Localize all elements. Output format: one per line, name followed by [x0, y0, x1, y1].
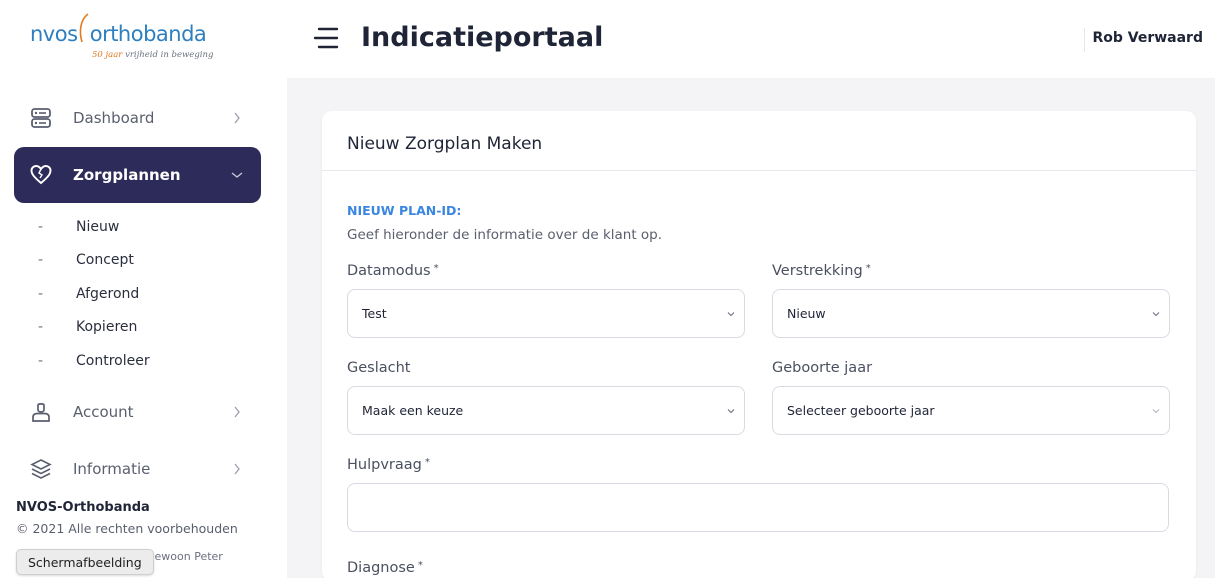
- required-mark: *: [433, 263, 439, 274]
- submenu-dash: -: [38, 353, 44, 369]
- footer-copyright: © 2021 Alle rechten voorbehouden: [16, 521, 238, 536]
- logo-tagline: 50 jaar vrijheid in beweging: [92, 50, 213, 60]
- sidebar-item-label: Account: [73, 403, 134, 421]
- chevron-down-icon: [727, 312, 735, 317]
- chevron-right-icon: [231, 112, 243, 124]
- geboortejaar-label-text: Geboorte jaar: [772, 360, 873, 376]
- hulpvraag-label-text: Hulpvraag: [347, 457, 422, 473]
- chevron-down-icon: [1152, 312, 1160, 317]
- required-mark: *: [424, 457, 430, 468]
- datamodus-value: Test: [362, 306, 387, 321]
- header-divider: [1084, 28, 1085, 52]
- hulpvraag-label: Hulpvraag *: [347, 457, 430, 473]
- card-title: Nieuw Zorgplan Maken: [347, 134, 543, 154]
- sidebar-item-label: Zorgplannen: [73, 166, 181, 184]
- logo-text: nvos orthobanda: [30, 22, 207, 46]
- submenu-dash: -: [38, 286, 44, 302]
- submenu-item-kopieren[interactable]: - Kopieren: [38, 317, 137, 337]
- chevron-right-icon: [231, 463, 243, 475]
- sidebar-item-zorgplannen[interactable]: Zorgplannen: [14, 147, 261, 203]
- submenu-item-concept[interactable]: - Concept: [38, 250, 134, 270]
- logo-nvos-text: nvos: [30, 22, 78, 46]
- geboortejaar-select[interactable]: Selecteer geboorte jaar: [772, 386, 1170, 435]
- dashboard-icon: [26, 103, 56, 133]
- submenu-item-afgerond[interactable]: - Afgerond: [38, 284, 139, 304]
- submenu-label: Kopieren: [76, 319, 138, 335]
- screenshot-tooltip: Schermafbeelding: [16, 549, 154, 575]
- diagnose-label-text: Diagnose: [347, 560, 415, 576]
- chevron-right-icon: [231, 406, 243, 418]
- plan-id-label: NIEUW PLAN-ID:: [347, 203, 462, 218]
- submenu-dash: -: [38, 319, 44, 335]
- sidebar-item-informatie[interactable]: Informatie: [14, 441, 261, 497]
- geboortejaar-label: Geboorte jaar: [772, 360, 872, 376]
- footer-credit[interactable]: Gewoon Peter: [146, 550, 223, 563]
- plan-help-text: Geef hieronder de informatie over de kla…: [347, 227, 663, 243]
- logo-tagline-rest: vrijheid in beweging: [125, 50, 214, 60]
- sidebar-item-label: Dashboard: [73, 109, 155, 127]
- geslacht-select[interactable]: Maak een keuze: [347, 386, 745, 435]
- required-mark: *: [417, 560, 423, 571]
- page-title: Indicatieportaal: [361, 22, 604, 53]
- diagnose-label: Diagnose *: [347, 560, 423, 576]
- geslacht-label: Geslacht: [347, 360, 410, 376]
- chevron-down-icon: [727, 409, 735, 414]
- sidebar-item-label: Informatie: [73, 460, 151, 478]
- layers-icon: [26, 454, 56, 484]
- geslacht-value: Maak een keuze: [362, 403, 464, 418]
- submenu-dash: -: [38, 219, 44, 235]
- sidebar-item-account[interactable]: Account: [14, 384, 261, 440]
- chevron-down-icon: [231, 169, 243, 181]
- submenu-label: Controleer: [76, 353, 150, 369]
- submenu-label: Concept: [76, 252, 134, 268]
- submenu-label: Nieuw: [76, 219, 120, 235]
- datamodus-label-text: Datamodus: [347, 263, 431, 279]
- datamodus-select[interactable]: Test: [347, 289, 745, 338]
- verstrekking-value: Nieuw: [787, 306, 826, 321]
- logo[interactable]: nvos orthobanda 50 jaar vrijheid in bewe…: [0, 0, 287, 78]
- menu-icon[interactable]: [313, 26, 339, 50]
- hulpvraag-input[interactable]: [347, 483, 1169, 532]
- verstrekking-label: Verstrekking *: [772, 263, 871, 279]
- submenu-item-controleer[interactable]: - Controleer: [38, 351, 150, 371]
- submenu-label: Afgerond: [76, 286, 140, 302]
- top-header: Indicatieportaal Rob Verwaard: [287, 0, 1215, 78]
- new-plan-card: Nieuw Zorgplan Maken NIEUW PLAN-ID: Geef…: [322, 111, 1196, 578]
- logo-orthobanda-text: orthobanda: [89, 22, 207, 46]
- heart-icon: [26, 160, 56, 190]
- user-icon: [26, 397, 56, 427]
- geslacht-label-text: Geslacht: [347, 360, 411, 376]
- sidebar: nvos orthobanda 50 jaar vrijheid in bewe…: [0, 0, 287, 578]
- geboortejaar-value: Selecteer geboorte jaar: [787, 403, 935, 418]
- user-menu[interactable]: Rob Verwaard: [1092, 30, 1203, 46]
- logo-tagline-accent: 50 jaar: [92, 50, 123, 60]
- required-mark: *: [865, 263, 871, 274]
- verstrekking-select[interactable]: Nieuw: [772, 289, 1170, 338]
- verstrekking-label-text: Verstrekking: [772, 263, 863, 279]
- submenu-dash: -: [38, 252, 44, 268]
- datamodus-label: Datamodus *: [347, 263, 439, 279]
- footer-brand: NVOS-Orthobanda: [16, 500, 150, 515]
- card-divider: [322, 170, 1196, 171]
- submenu-item-nieuw[interactable]: - Nieuw: [38, 217, 119, 237]
- chevron-down-icon: [1152, 409, 1160, 414]
- sidebar-item-dashboard[interactable]: Dashboard: [14, 90, 261, 146]
